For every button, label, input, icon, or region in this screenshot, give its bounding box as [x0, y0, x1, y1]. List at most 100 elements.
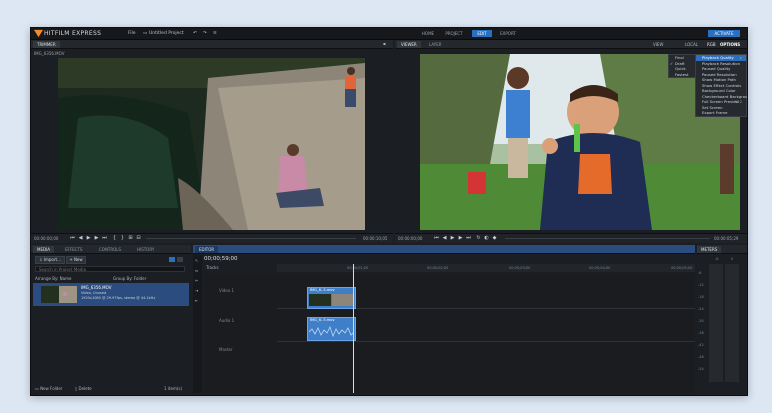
- step-back-icon[interactable]: ◀: [78, 236, 83, 241]
- timeline-ruler[interactable]: 00;00;01;00 00;00;02;00 00;00;03;00 00;0…: [277, 264, 695, 272]
- trimmer-timecode-left: 00:00:00;00: [34, 236, 59, 241]
- menu-full-screen-preview-label: Full Screen Preview: [702, 99, 739, 104]
- group-by-dropdown[interactable]: Group By: Folder: [113, 276, 146, 281]
- mark-out-icon[interactable]: }: [120, 236, 125, 241]
- new-folder-button[interactable]: ▭ New Folder: [35, 386, 62, 391]
- mark-in-icon[interactable]: {: [112, 236, 117, 241]
- meters-panel: METERS -6 0 -6 -12 -18 -24 -30 -36 -42 -…: [697, 245, 747, 395]
- video-clip-thumbnail: [309, 294, 354, 306]
- slip-tool-icon[interactable]: ⇔: [195, 268, 198, 273]
- media-search-input[interactable]: [35, 266, 185, 272]
- import-button[interactable]: ⇩ Import...: [35, 256, 65, 264]
- track-divider-2: [277, 341, 695, 342]
- viewer-step-back-icon[interactable]: ◀: [442, 236, 447, 241]
- meter-scale-6: -36: [698, 331, 704, 335]
- master-track-label: Master: [219, 347, 233, 352]
- tab-project[interactable]: PROJECT: [441, 30, 467, 37]
- viewer-play-icon[interactable]: ▶: [450, 236, 455, 241]
- playhead[interactable]: [353, 264, 354, 393]
- items-count: 1 item(s): [164, 386, 183, 391]
- audio-track-label: Audio 1: [219, 318, 235, 323]
- viewer-step-forward-icon[interactable]: ▶: [458, 236, 463, 241]
- menu-export-frame[interactable]: Export Frame: [696, 110, 746, 116]
- delete-button[interactable]: ▯ Delete: [75, 386, 92, 391]
- local-label[interactable]: LOCAL: [685, 42, 698, 47]
- roll-tool-icon[interactable]: ⇤: [195, 298, 198, 303]
- app-window: HITFILM EXPRESS File ▭ Untitled Project …: [30, 27, 748, 396]
- rgb-label[interactable]: RGB: [707, 42, 716, 47]
- tab-effects[interactable]: EFFECTS: [61, 246, 86, 253]
- video-clip-label: IMG_6..5.mov: [310, 288, 335, 292]
- trimmer-scrub-bar[interactable]: [146, 238, 356, 239]
- audio-waveform: [309, 325, 354, 338]
- select-tool-icon[interactable]: ↖: [195, 258, 198, 263]
- step-forward-icon[interactable]: ▶: [94, 236, 99, 241]
- timeline-area[interactable]: [204, 273, 695, 393]
- video-clip[interactable]: IMG_6..5.mov: [307, 287, 356, 309]
- trimmer-header: TRIMMER ▪: [31, 40, 393, 49]
- trimmer-panel: TRIMMER ▪ IMG_6356.MOV 00:00:00;00 ⏮ ◀ ▶…: [31, 40, 393, 243]
- viewer-mute-icon[interactable]: ◐: [484, 236, 489, 241]
- menu-file[interactable]: File: [128, 31, 136, 36]
- play-icon[interactable]: ▶: [86, 236, 91, 241]
- editor-toolbar: ↖ ⇔ ✂ ⇥ ⇤: [193, 255, 202, 393]
- grid-view-icon[interactable]: [169, 257, 175, 262]
- ripple-tool-icon[interactable]: ⇥: [195, 288, 198, 293]
- tab-home[interactable]: HOME: [417, 30, 439, 37]
- viewer-go-end-icon[interactable]: ⏭: [466, 236, 471, 241]
- panel-menu-icon[interactable]: ▪: [383, 41, 386, 46]
- meter-scale-9: -54: [698, 367, 704, 371]
- viewer-loop-icon[interactable]: ↻: [476, 236, 481, 241]
- meter-channel-right: 0: [731, 257, 734, 261]
- insert-icon[interactable]: ⊞: [128, 236, 133, 241]
- trimmer-video-frame[interactable]: [58, 58, 365, 230]
- ruler-tick-1: 00;00;01;00: [347, 266, 369, 270]
- tab-meters[interactable]: METERS: [697, 246, 722, 253]
- tab-media[interactable]: MEDIA: [33, 246, 54, 253]
- tab-trimmer[interactable]: TRIMMER: [33, 41, 60, 48]
- undo-icon[interactable]: ↶: [193, 31, 197, 36]
- menu-playback-quality-label: Playback Quality: [702, 55, 734, 60]
- tab-controls[interactable]: CONTROLS: [95, 246, 125, 253]
- tab-viewer[interactable]: VIEWER: [397, 41, 421, 48]
- go-start-icon[interactable]: ⏮: [70, 236, 75, 241]
- tab-history[interactable]: HISTORY: [133, 246, 158, 253]
- meter-scale-5: -30: [698, 319, 704, 323]
- quality-fastest[interactable]: Fastest: [669, 72, 695, 78]
- viewer-speaker-icon[interactable]: ◆: [492, 236, 497, 241]
- tab-layer[interactable]: LAYER: [425, 41, 446, 48]
- viewer-scrub-bar[interactable]: [505, 238, 710, 239]
- redo-icon[interactable]: ↷: [203, 31, 207, 36]
- new-button[interactable]: + New: [66, 256, 86, 264]
- viewer-timecode-left: 00:00:00;00: [398, 236, 423, 241]
- project-title[interactable]: Untitled Project: [149, 31, 184, 36]
- activate-button[interactable]: ACTIVATE: [708, 30, 740, 37]
- audio-clip[interactable]: IMG_6..5.mov: [307, 317, 356, 341]
- options-button[interactable]: OPTIONS: [720, 42, 740, 47]
- toolbar-menu-icon[interactable]: ≡: [213, 31, 217, 36]
- video-track-label: Video 1: [219, 288, 235, 293]
- overlay-icon[interactable]: ⊟: [136, 236, 141, 241]
- tab-edit[interactable]: EDIT: [472, 30, 492, 37]
- viewer-video-frame[interactable]: [420, 54, 740, 230]
- arrange-by-dropdown[interactable]: Arrange By: Name: [35, 276, 71, 281]
- tab-export[interactable]: EXPORT: [496, 30, 520, 37]
- delete-label: Delete: [78, 386, 92, 391]
- meter-scale-2: -12: [698, 283, 704, 287]
- meter-channel-left: -6: [715, 257, 719, 261]
- viewer-go-start-icon[interactable]: ⏮: [434, 236, 439, 241]
- media-item[interactable]: IMG_6356.MOV Video, Unused 1920x1080 @ 2…: [33, 283, 189, 306]
- trimmer-clip-name: IMG_6356.MOV: [34, 51, 65, 56]
- go-end-icon[interactable]: ⏭: [102, 236, 107, 241]
- import-label: Import...: [43, 257, 61, 262]
- ruler-tick-4: 00;00;04;00: [589, 266, 611, 270]
- meter-scale-8: -48: [698, 355, 704, 359]
- razor-tool-icon[interactable]: ✂: [195, 278, 198, 283]
- list-view-icon[interactable]: [177, 257, 183, 262]
- trimmer-frame-image: [58, 58, 365, 230]
- view-label[interactable]: VIEW: [653, 42, 663, 47]
- ruler-tick-5: 00;00;05;00: [671, 266, 693, 270]
- tab-editor[interactable]: EDITOR: [195, 246, 219, 253]
- media-thumbnail: [41, 286, 77, 303]
- trimmer-transport: 00:00:00;00 ⏮ ◀ ▶ ▶ ⏭ { } ⊞ ⊟ 00:00:10;0…: [31, 233, 393, 243]
